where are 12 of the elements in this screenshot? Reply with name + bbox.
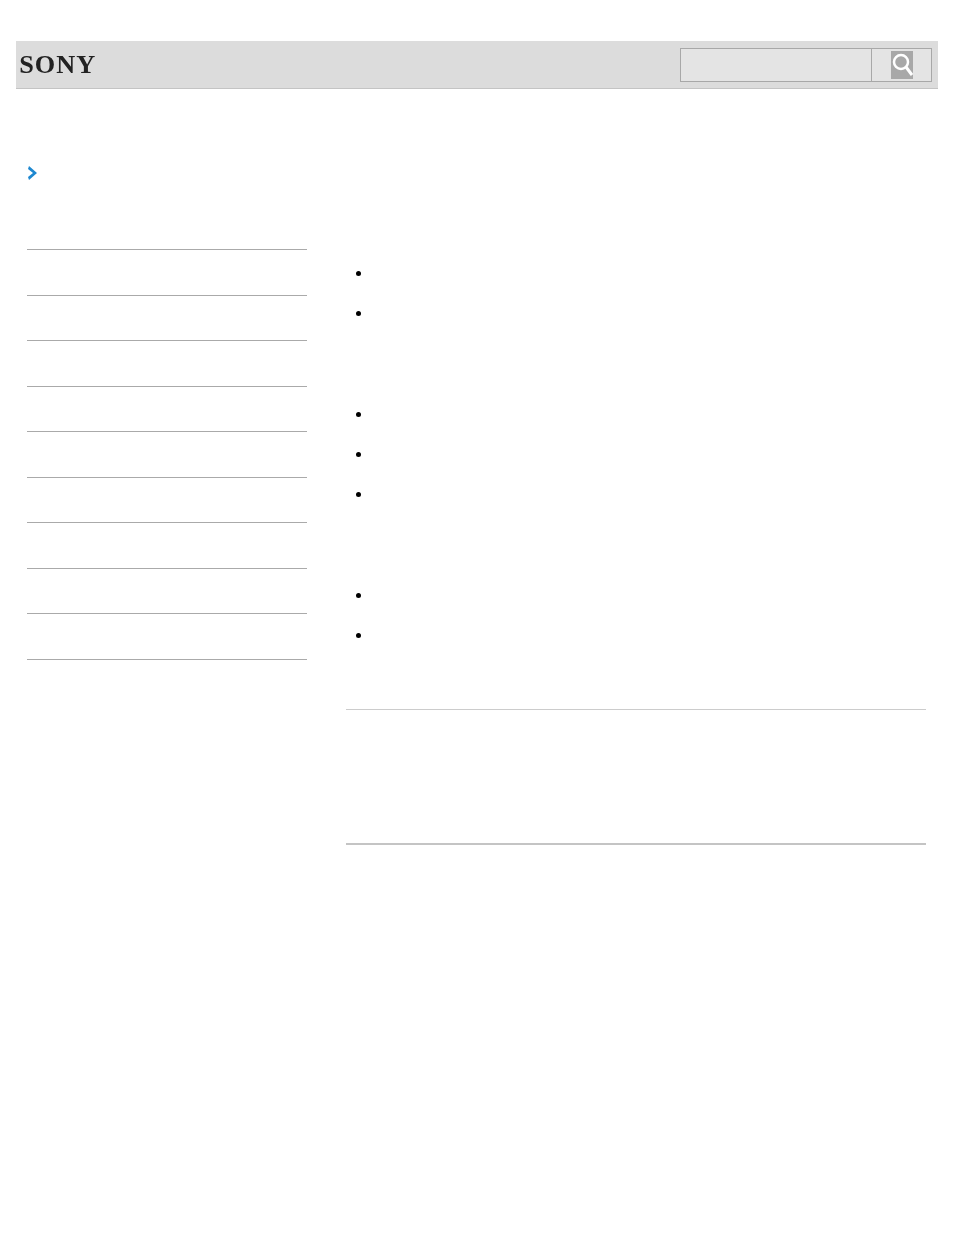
- logo: SONY: [19, 50, 97, 79]
- search-icon: [890, 50, 913, 79]
- bullet-icon: [356, 271, 361, 276]
- bullet-icon: [356, 593, 361, 598]
- search-field[interactable]: [680, 47, 872, 82]
- bullet-icon: [356, 311, 361, 316]
- bullet-icon: [356, 633, 361, 638]
- bullet-icon: [356, 492, 361, 497]
- chevron-icon[interactable]: [27, 165, 39, 181]
- bullet-icon: [356, 452, 361, 457]
- search-button[interactable]: [872, 47, 932, 82]
- bullet-icon: [356, 412, 361, 417]
